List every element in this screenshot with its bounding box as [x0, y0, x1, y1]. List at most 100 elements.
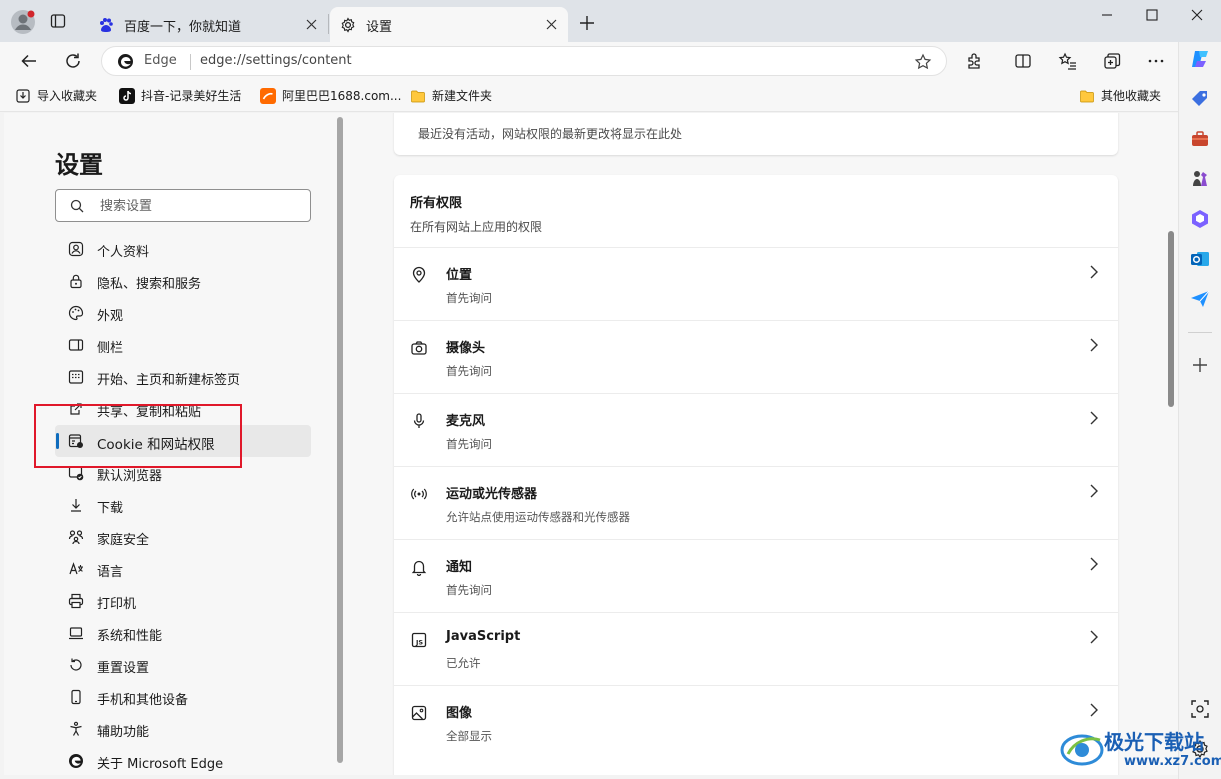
nav-item-label: 语言: [97, 565, 124, 580]
tab-settings[interactable]: 设置: [330, 7, 568, 42]
bookmark-alibaba[interactable]: 阿里巴巴1688.com...: [260, 87, 401, 104]
close-window-icon[interactable]: [1190, 8, 1204, 22]
microsoft365-icon[interactable]: [1189, 208, 1211, 230]
permission-status: 允许站点使用运动传感器和光传感器: [446, 510, 630, 524]
favorites-list-icon[interactable]: [1058, 51, 1078, 71]
accessibility-icon: [68, 721, 84, 737]
nav-item-label: 关于 Microsoft Edge: [97, 757, 224, 772]
nav-item-0[interactable]: 个人资料: [55, 233, 311, 265]
nav-item-15[interactable]: 辅助功能: [55, 713, 311, 745]
bookmark-new-folder[interactable]: 新建文件夹: [410, 87, 492, 104]
import-icon: [15, 88, 31, 104]
nav-item-1[interactable]: 隐私、搜索和服务: [55, 265, 311, 297]
recent-activity-card: 最近没有活动，网站权限的最新更改将显示在此处: [394, 113, 1118, 155]
permission-row[interactable]: 通知 首先询问: [394, 539, 1118, 612]
alibaba-icon: [260, 87, 276, 104]
extensions-puzzle-icon[interactable]: [965, 51, 985, 71]
settings-page: 设置 个人资料隐私、搜索和服务外观侧栏开始、主页和新建标签页共享、复制和粘贴Co…: [4, 113, 1178, 775]
baidu-icon: [98, 17, 114, 33]
language-icon: [68, 561, 84, 577]
permission-row[interactable]: 位置 首先询问: [394, 247, 1118, 320]
tab-title: 百度一下，你就知道: [124, 20, 242, 35]
refresh-icon[interactable]: [63, 51, 83, 71]
add-plus-icon[interactable]: [1189, 354, 1211, 376]
edge-icon: [68, 753, 84, 769]
bookmark-label: 导入收藏夹: [37, 89, 98, 103]
nav-item-label: 重置设置: [97, 661, 150, 676]
permission-row[interactable]: 运动或光传感器 允许站点使用运动传感器和光传感器: [394, 466, 1118, 539]
tab-divider: [328, 14, 329, 34]
chevron-right-icon: [1088, 702, 1100, 718]
nav-scrollbar[interactable]: [337, 117, 343, 763]
outlook-icon[interactable]: [1189, 248, 1211, 270]
favorite-star-icon[interactable]: [914, 53, 932, 71]
nav-item-11[interactable]: 打印机: [55, 585, 311, 617]
address-bar[interactable]: Edge edge://settings/content: [101, 46, 947, 76]
nav-item-label: 侧栏: [97, 341, 124, 356]
nav-item-14[interactable]: 手机和其他设备: [55, 681, 311, 713]
close-tab-icon[interactable]: [305, 18, 318, 31]
permission-title: 麦克风: [446, 414, 486, 429]
search-input[interactable]: [100, 196, 300, 216]
bookmark-label: 新建文件夹: [432, 89, 493, 103]
minimize-icon[interactable]: [1100, 8, 1114, 22]
recent-activity-text: 最近没有活动，网站权限的最新更改将显示在此处: [418, 127, 683, 141]
permission-row[interactable]: 图像 全部显示: [394, 685, 1118, 758]
split-screen-icon[interactable]: [1013, 51, 1033, 71]
new-tab-plus-icon[interactable]: [578, 14, 596, 32]
address-url[interactable]: edge://settings/content: [200, 53, 352, 68]
edge-logo-icon: [117, 53, 134, 70]
vertical-tabs-icon[interactable]: [50, 13, 66, 29]
chevron-right-icon: [1088, 556, 1100, 572]
nav-item-4[interactable]: 开始、主页和新建标签页: [55, 361, 311, 393]
nav-item-12[interactable]: 系统和性能: [55, 617, 311, 649]
address-separator: [190, 54, 191, 70]
send-plane-icon[interactable]: [1189, 288, 1211, 310]
chevron-right-icon: [1088, 410, 1100, 426]
nav-item-3[interactable]: 侧栏: [55, 329, 311, 361]
permission-status: 已允许: [446, 656, 481, 670]
more-options-icon[interactable]: [1146, 51, 1166, 71]
permission-row[interactable]: 摄像头 首先询问: [394, 320, 1118, 393]
nav-item-9[interactable]: 家庭安全: [55, 521, 311, 553]
nav-item-label: 下载: [97, 501, 124, 516]
back-arrow-icon[interactable]: [19, 51, 39, 71]
nav-item-8[interactable]: 下载: [55, 489, 311, 521]
location-icon: [410, 266, 428, 284]
screenshot-icon[interactable]: [1189, 698, 1211, 720]
bookmark-douyin[interactable]: 抖音-记录美好生活: [119, 87, 241, 104]
bell-icon: [410, 558, 428, 576]
bookmark-label: 抖音-记录美好生活: [141, 89, 242, 103]
permission-title: 图像: [446, 706, 473, 721]
nav-item-label: 家庭安全: [97, 533, 150, 548]
nav-item-16[interactable]: 关于 Microsoft Edge: [55, 745, 311, 777]
nav-item-label: 隐私、搜索和服务: [97, 277, 202, 292]
search-settings-field[interactable]: [55, 189, 311, 222]
nav-item-label: 手机和其他设备: [97, 693, 189, 708]
nav-item-10[interactable]: 语言: [55, 553, 311, 585]
maximize-icon[interactable]: [1145, 8, 1159, 22]
nav-item-2[interactable]: 外观: [55, 297, 311, 329]
watermark-name: 极光下载站: [1104, 730, 1204, 754]
permission-row[interactable]: JS JavaScript 已允许: [394, 612, 1118, 685]
palette-icon: [68, 305, 84, 321]
profile-avatar-icon[interactable]: [10, 9, 36, 35]
content-scrollbar[interactable]: [1168, 231, 1174, 407]
nav-item-13[interactable]: 重置设置: [55, 649, 311, 681]
permission-row[interactable]: 麦克风 首先询问: [394, 393, 1118, 466]
microphone-icon: [410, 412, 428, 430]
navigation-toolbar: Edge edge://settings/content: [0, 42, 1178, 80]
red-highlight-box: [34, 404, 242, 468]
shopping-tag-icon[interactable]: [1189, 88, 1211, 110]
bookmark-other-favorites[interactable]: 其他收藏夹: [1079, 87, 1161, 104]
bookmark-import[interactable]: 导入收藏夹: [15, 87, 97, 104]
collections-icon[interactable]: [1102, 51, 1122, 71]
games-chess-icon[interactable]: [1189, 168, 1211, 190]
close-tab-icon[interactable]: [545, 18, 558, 31]
copilot-icon[interactable]: [1189, 48, 1211, 70]
nav-item-label: 辅助功能: [97, 725, 150, 740]
download-icon: [68, 497, 84, 513]
tab-baidu[interactable]: 百度一下，你就知道: [88, 7, 328, 42]
tools-briefcase-icon[interactable]: [1189, 128, 1211, 150]
permission-title: 通知: [446, 560, 473, 575]
